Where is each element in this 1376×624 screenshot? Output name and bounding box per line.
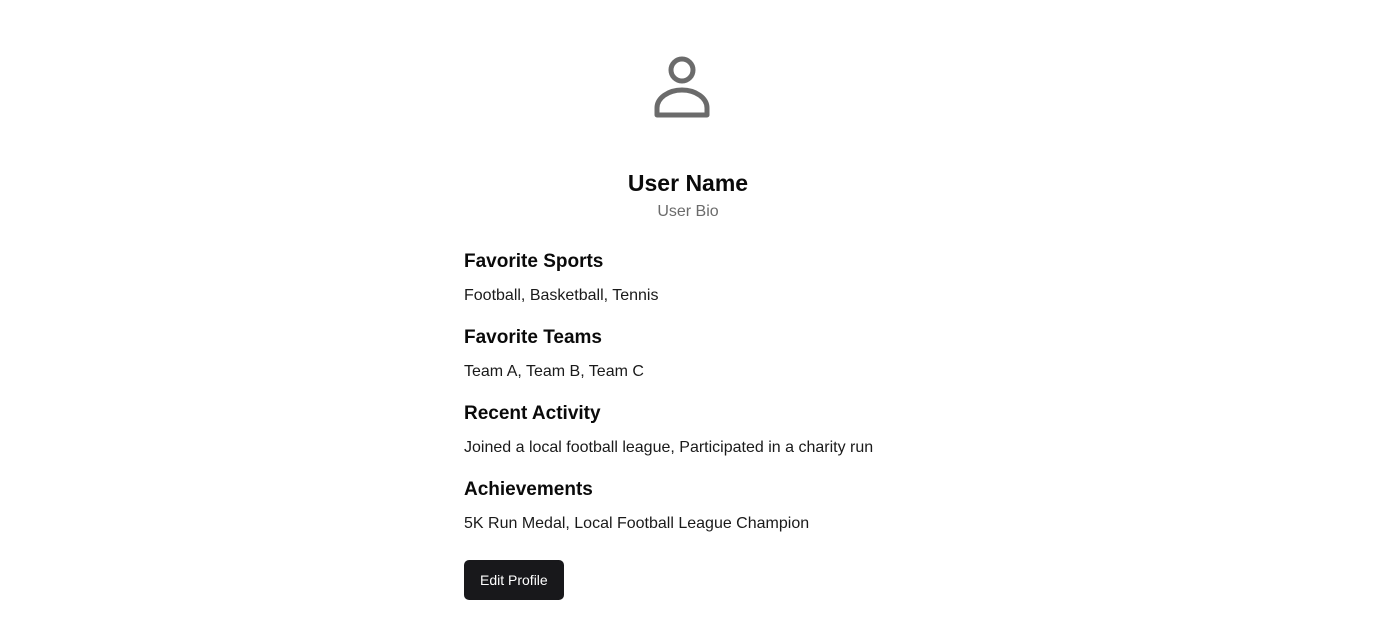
recent-activity-text: Joined a local football league, Particip…: [464, 439, 874, 456]
edit-profile-button[interactable]: Edit Profile: [464, 560, 564, 600]
profile-card: User Name User Bio Favorite Sports Footb…: [464, 0, 912, 624]
favorite-teams-text: Team A, Team B, Team C: [464, 363, 644, 380]
recent-activity-heading: Recent Activity: [464, 403, 601, 424]
achievements-text: 5K Run Medal, Local Football League Cham…: [464, 515, 810, 532]
user-name: User Name: [627, 170, 749, 196]
user-icon: [654, 52, 722, 124]
favorite-sports-text: Football, Basketball, Tennis: [464, 287, 659, 304]
user-bio: User Bio: [657, 203, 719, 220]
achievements-heading: Achievements: [464, 479, 593, 500]
favorite-sports-heading: Favorite Sports: [464, 251, 604, 272]
favorite-teams-heading: Favorite Teams: [464, 327, 602, 348]
